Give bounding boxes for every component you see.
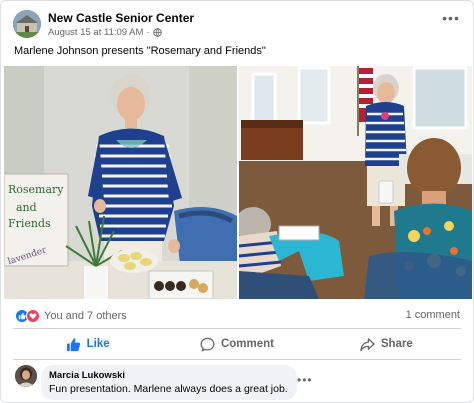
divider bbox=[13, 359, 461, 360]
commenter-avatar[interactable] bbox=[15, 365, 37, 387]
more-options-button[interactable]: ••• bbox=[441, 11, 461, 31]
like-button[interactable]: Like bbox=[13, 331, 162, 357]
more-horizontal-icon: ••• bbox=[442, 10, 460, 26]
post-caption: Marlene Johnson presents "Rosemary and F… bbox=[14, 45, 266, 57]
share-icon bbox=[360, 337, 375, 351]
post-photo-right[interactable] bbox=[239, 66, 472, 299]
comment-author[interactable]: Marcia Lukowski bbox=[49, 370, 288, 381]
post-photo-left[interactable]: Rosemary and Friends lavender bbox=[4, 66, 237, 299]
sign-line-1: Rosemary bbox=[8, 183, 64, 196]
share-button[interactable]: Share bbox=[312, 331, 461, 357]
comment-count-link[interactable]: 1 comment bbox=[406, 309, 460, 321]
like-label: Like bbox=[86, 338, 110, 350]
reactions-text: You and 7 others bbox=[44, 310, 127, 322]
post-date[interactable]: August 15 at 11:09 AM bbox=[48, 27, 143, 38]
comment-options-button[interactable]: ••• bbox=[297, 373, 313, 387]
comment-button[interactable]: Comment bbox=[162, 331, 311, 357]
comment-icon bbox=[200, 337, 215, 352]
sign-line-3: Friends bbox=[8, 217, 51, 230]
page-name-link[interactable]: New Castle Senior Center bbox=[48, 11, 194, 25]
comment-label: Comment bbox=[220, 338, 274, 350]
thumbs-up-icon bbox=[66, 337, 80, 351]
post-actions: Like Comment Share bbox=[13, 331, 461, 357]
post-meta: August 15 at 11:09 AM · bbox=[48, 27, 162, 38]
post-card: New Castle Senior Center August 15 at 11… bbox=[0, 0, 474, 403]
sign-line-2: and bbox=[16, 201, 37, 214]
comment-bubble: Marcia Lukowski Fun presentation. Marlen… bbox=[41, 365, 297, 400]
reactions-summary[interactable]: You and 7 others bbox=[15, 309, 127, 323]
divider bbox=[13, 328, 461, 329]
love-icon bbox=[26, 309, 40, 323]
share-label: Share bbox=[380, 338, 413, 350]
more-horizontal-icon: ••• bbox=[297, 373, 313, 387]
page-avatar[interactable] bbox=[13, 10, 41, 38]
globe-icon[interactable] bbox=[152, 28, 162, 37]
meta-separator: · bbox=[146, 27, 150, 38]
comment-text: Fun presentation. Marlene always does a … bbox=[49, 383, 288, 395]
